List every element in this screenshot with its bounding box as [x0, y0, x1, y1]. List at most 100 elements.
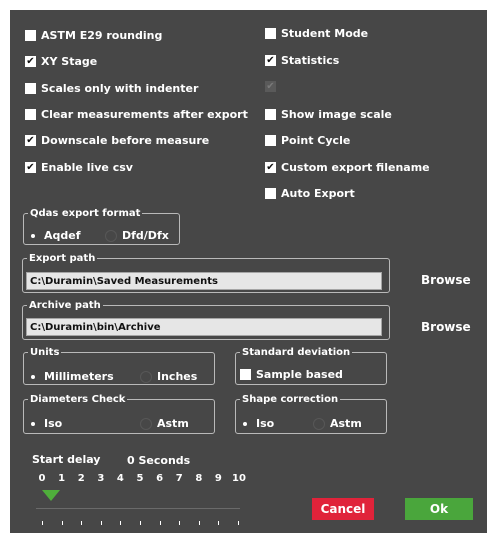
slider-tick-label: 10	[232, 473, 246, 484]
diameters-iso-radio[interactable]: Iso	[27, 417, 62, 430]
checkbox-label: Clear measurements after export	[41, 108, 248, 121]
xy-stage-checkbox[interactable]: ✔ XY Stage	[25, 55, 97, 68]
units-millimeters-radio[interactable]: Millimeters	[27, 370, 114, 383]
clear-measurements-after-export-checkbox[interactable]: Clear measurements after export	[25, 108, 248, 121]
slider-tick-label: 5	[136, 473, 144, 484]
settings-panel: ASTM E29 rounding ✔ XY Stage Scales only…	[10, 10, 487, 533]
shape-iso-radio[interactable]: Iso	[239, 417, 274, 430]
student-mode-checkbox[interactable]: Student Mode	[265, 27, 368, 40]
radio-dot	[239, 418, 251, 430]
group-title: Diameters Check	[30, 394, 126, 405]
sample-based-checkbox[interactable]: Sample based	[240, 368, 343, 381]
slider-tick-mark	[179, 521, 181, 525]
radio-dot	[313, 417, 325, 430]
checkbox-label: Statistics	[281, 54, 340, 67]
checkbox-box: ✔	[265, 54, 276, 66]
slider-tick-mark	[198, 521, 200, 525]
radio-label: Millimeters	[44, 370, 114, 383]
checkbox-box	[25, 30, 36, 41]
checkbox-box	[265, 28, 276, 39]
checkbox-box: ✔	[265, 161, 276, 173]
checkbox-label: XY Stage	[41, 55, 98, 68]
group-title: Shape correction	[242, 394, 339, 405]
checkbox-box	[265, 135, 276, 146]
export-path-browse-button[interactable]: Browse	[421, 273, 471, 287]
checkbox-label: Enable live csv	[41, 161, 133, 174]
checkbox-box: ✔	[265, 80, 276, 92]
slider-tick-label: 9	[214, 473, 222, 484]
slider-tick-label: 7	[175, 473, 183, 484]
downscale-before-measure-checkbox[interactable]: ✔ Downscale before measure	[25, 134, 209, 147]
point-cycle-checkbox[interactable]: Point Cycle	[265, 134, 350, 147]
slider-tick-label: 3	[97, 473, 105, 484]
checkbox-label: Point Cycle	[281, 134, 351, 147]
archive-path-browse-button[interactable]: Browse	[421, 320, 471, 334]
radio-label: Iso	[256, 417, 275, 430]
checkbox-box: ✔	[25, 55, 36, 67]
slider-tick-label: 1	[58, 473, 66, 484]
ok-button[interactable]: Ok	[405, 498, 473, 520]
checkbox-label: ASTM E29 rounding	[41, 29, 163, 42]
checkbox-box: ✔	[25, 161, 36, 173]
show-image-scale-checkbox[interactable]: Show image scale	[265, 108, 392, 121]
radio-label: Astm	[330, 417, 362, 430]
group-title: Archive path	[29, 300, 101, 311]
group-title: Units	[30, 347, 60, 358]
slider-tick-mark	[238, 521, 239, 525]
slider-tick-label: 0	[38, 473, 46, 484]
auto-export-checkbox[interactable]: Auto Export	[265, 187, 355, 200]
slider-tick-label: 8	[195, 473, 203, 484]
shape-astm-radio[interactable]: Astm	[313, 417, 362, 430]
astm-e29-rounding-checkbox[interactable]: ASTM E29 rounding	[25, 29, 162, 42]
slider-tick-mark	[140, 521, 141, 525]
checkbox-box	[265, 188, 276, 199]
checkbox-label: Custom export filename	[281, 161, 430, 174]
group-title: Export path	[29, 253, 96, 264]
start-delay-slider[interactable]	[36, 488, 240, 528]
checkbox-label: Student Mode	[281, 27, 369, 40]
scales-only-with-indenter-checkbox[interactable]: Scales only with indenter	[25, 82, 198, 95]
checkbox-label: Scales only with indenter	[41, 82, 199, 95]
radio-dot	[105, 229, 117, 242]
cancel-button[interactable]: Cancel	[312, 498, 374, 520]
group-title: Qdas export format	[30, 208, 141, 219]
enable-live-csv-checkbox[interactable]: ✔ Enable live csv	[25, 161, 133, 174]
radio-label: Inches	[157, 370, 198, 383]
checkbox-box	[25, 83, 36, 94]
slider-tick-mark	[218, 521, 220, 525]
slider-tick-mark	[100, 521, 102, 525]
checkbox-box	[240, 369, 251, 380]
custom-export-filename-checkbox[interactable]: ✔ Custom export filename	[265, 161, 430, 174]
slider-tick-mark	[120, 521, 122, 525]
qdas-dfd-dfx-radio[interactable]: Dfd/Dfx	[105, 229, 169, 242]
start-delay-value: 0 Seconds	[127, 454, 191, 467]
slider-thumb[interactable]	[42, 490, 60, 502]
export-path-input[interactable]: C:\Duramin\Saved Measurements	[26, 272, 382, 290]
group-title: Standard deviation	[242, 347, 351, 358]
radio-label: Iso	[44, 417, 63, 430]
radio-dot	[27, 418, 39, 430]
radio-label: Astm	[157, 417, 189, 430]
slider-tick-mark	[159, 521, 161, 525]
radio-dot	[27, 230, 39, 242]
slider-tick-mark	[42, 521, 43, 525]
checkbox-box	[265, 109, 276, 120]
radio-dot	[140, 370, 152, 383]
units-inches-radio[interactable]: Inches	[140, 370, 197, 383]
radio-dot	[27, 371, 39, 383]
diameters-astm-radio[interactable]: Astm	[140, 417, 189, 430]
slider-tick-label: 2	[77, 473, 85, 484]
checkbox-label: Sample based	[256, 368, 343, 381]
slider-track	[36, 508, 240, 509]
radio-label: Dfd/Dfx	[122, 229, 169, 242]
checkbox-label: Auto Export	[281, 187, 355, 200]
archive-path-input[interactable]: C:\Duramin\bin\Archive	[26, 318, 382, 336]
checkbox-label: Downscale before measure	[41, 134, 210, 147]
qdas-aqdef-radio[interactable]: Aqdef	[27, 229, 81, 242]
slider-tick-label: 6	[156, 473, 164, 484]
slider-tick-label: 4	[116, 473, 124, 484]
checkbox-box	[25, 109, 36, 120]
checkbox-box: ✔	[25, 134, 36, 146]
slider-tick-mark	[81, 521, 83, 525]
statistics-checkbox[interactable]: ✔ Statistics	[265, 54, 339, 67]
